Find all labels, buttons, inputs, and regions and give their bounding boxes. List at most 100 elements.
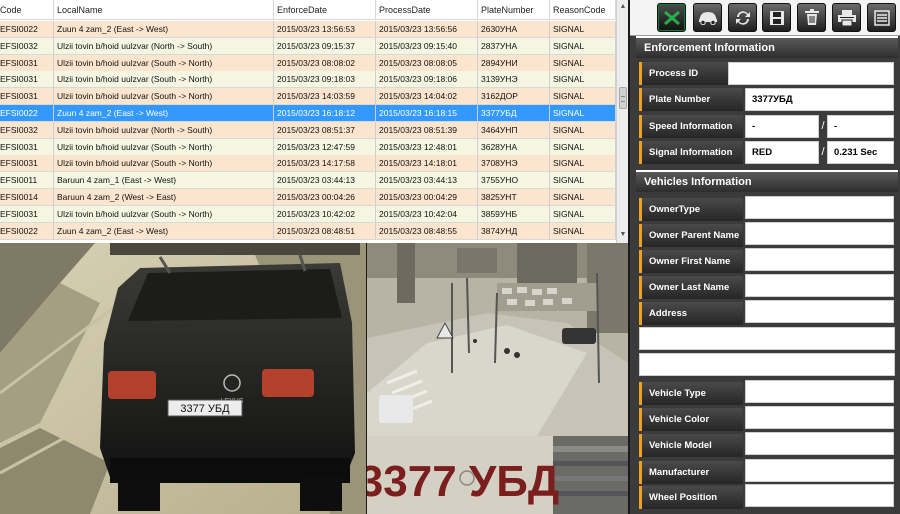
- export-excel-button[interactable]: [657, 3, 686, 32]
- cell-reasoncode: SIGNAL: [550, 21, 616, 38]
- owner-first-name-field[interactable]: [745, 248, 894, 271]
- table-row-selected[interactable]: EFSI0022 Zuun 4 zam_2 (East -> West) 2015/…: [0, 105, 616, 122]
- cell-platenumber: 3859УНБ: [478, 205, 550, 223]
- process-id-field[interactable]: [728, 62, 894, 85]
- cell-code: EFSI0022: [0, 21, 54, 38]
- table-row[interactable]: EFSI0011 Baruun 4 zam_1 (East -> West) 201…: [0, 172, 616, 190]
- vehicle-type-field[interactable]: [745, 380, 894, 403]
- list-button[interactable]: [867, 3, 896, 32]
- table-row[interactable]: EFSI0022 Zuun 4 zam_2 (East -> West) 2015/…: [0, 222, 616, 240]
- cell-localname: Ulzii tovin b/hoid uulzvar (South -> Nor…: [54, 54, 274, 72]
- column-header-reasoncode[interactable]: ReasonCode: [550, 0, 616, 20]
- vehicle-button[interactable]: [693, 3, 722, 32]
- table-row[interactable]: EFSI0031 Ulzii tovin b/hoid uulzvar (Sout…: [0, 54, 616, 72]
- cell-localname: Zuun 4 zam_2 (East -> West): [54, 222, 274, 240]
- owner-last-name-label: Owner Last Name: [639, 276, 743, 299]
- address-line-3-field[interactable]: [639, 353, 895, 376]
- print-button[interactable]: [832, 3, 861, 32]
- signal-information-label: Signal Information: [639, 141, 743, 164]
- owner-last-name-field[interactable]: [745, 274, 894, 297]
- cell-code: EFSI0022: [0, 105, 54, 122]
- column-header-platenumber[interactable]: PlateNumber: [478, 0, 550, 20]
- refresh-button[interactable]: [728, 3, 757, 32]
- signal-time-field[interactable]: 0.231 Sec: [827, 141, 894, 164]
- cell-processdate: 2015/03/23 00:04:29: [376, 189, 478, 206]
- cell-platenumber: 3708УНЭ: [478, 155, 550, 173]
- speed-value-field[interactable]: -: [745, 115, 819, 138]
- cell-code: EFSI0032: [0, 121, 54, 139]
- cell-processdate: 2015/03/23 14:18:01: [376, 155, 478, 173]
- cell-reasoncode: SIGNAL: [550, 88, 616, 106]
- table-row[interactable]: EFSI0022 Zuun 4 zam_2 (East -> West) 2015/…: [0, 21, 616, 38]
- table-row[interactable]: EFSI0031 Ulzii tovin b/hoid uulzvar (Sout…: [0, 88, 616, 106]
- table-row[interactable]: EFSI0014 Baruun 4 zam_2 (West -> East) 201…: [0, 189, 616, 206]
- vehicle-closeup-image: LEXUS 3377 УБД: [0, 243, 366, 514]
- cell-processdate: 2015/03/23 14:04:02: [376, 88, 478, 106]
- grid-scrollbar[interactable]: ▲ ▼: [616, 0, 628, 243]
- address-line-2-field[interactable]: [639, 327, 895, 350]
- cell-platenumber: 3162ДОР: [478, 88, 550, 106]
- column-header-localname[interactable]: LocalName: [54, 0, 274, 20]
- plate-small-text: 3377 УБД: [180, 403, 230, 415]
- enforcement-grid[interactable]: Code LocalName EnforceDate ProcessDate P…: [0, 0, 628, 243]
- table-row[interactable]: EFSI0031 Ulzii tovin b/hoid uulzvar (Sout…: [0, 155, 616, 173]
- trash-icon: [804, 9, 819, 25]
- cell-enforcedate: 2015/03/23 14:17:58: [274, 155, 376, 173]
- plate-number-field[interactable]: 3377УБД: [745, 88, 894, 111]
- cell-reasoncode: SIGNAL: [550, 222, 616, 240]
- cell-localname: Ulzii tovin b/hoid uulzvar (North -> Sou…: [54, 37, 274, 55]
- plate-crop-text: 3377 УБД: [367, 457, 559, 506]
- cell-localname: Ulzii tovin b/hoid uulzvar (North -> Sou…: [54, 121, 274, 139]
- speed-limit-field[interactable]: -: [827, 115, 894, 138]
- vehicle-color-field[interactable]: [745, 406, 894, 429]
- cell-reasoncode: SIGNAL: [550, 54, 616, 72]
- table-row[interactable]: EFSI0031 Ulzii tovin b/hoid uulzvar (Sout…: [0, 71, 616, 89]
- scroll-up-icon[interactable]: ▲: [618, 1, 628, 13]
- column-header-enforcedate[interactable]: EnforceDate: [274, 0, 376, 20]
- owner-parent-name-field[interactable]: [745, 222, 894, 245]
- vehicles-section-title: Vehicles Information: [636, 170, 898, 192]
- table-row[interactable]: EFSI0032 Ulzii tovin b/hoid uulzvar (Nort…: [0, 37, 616, 55]
- cell-reasoncode: SIGNAL: [550, 189, 616, 206]
- vehicle-model-label: Vehicle Model: [639, 434, 743, 457]
- scroll-thumb[interactable]: [619, 86, 627, 109]
- save-button[interactable]: [762, 3, 791, 32]
- cell-reasoncode: SIGNAL: [550, 121, 616, 139]
- table-row[interactable]: EFSI0032 Ulzii tovin b/hoid uulzvar (Nort…: [0, 121, 616, 139]
- speed-separator: /: [821, 120, 825, 132]
- column-header-processdate[interactable]: ProcessDate: [376, 0, 478, 20]
- manufacturer-field[interactable]: [745, 459, 894, 482]
- owner-first-name-label: Owner First Name: [639, 250, 743, 273]
- table-row[interactable]: EFSI0031 Ulzii tovin b/hoid uulzvar (Sout…: [0, 138, 616, 156]
- cell-localname: Ulzii tovin b/hoid uulzvar (South -> Nor…: [54, 138, 274, 156]
- cell-code: EFSI0031: [0, 205, 54, 223]
- scroll-down-icon[interactable]: ▼: [618, 229, 628, 241]
- cell-processdate: 2015/03/23 10:42:04: [376, 205, 478, 223]
- cell-code: EFSI0011: [0, 172, 54, 190]
- cell-localname: Baruun 4 zam_1 (East -> West): [54, 172, 274, 190]
- cell-processdate: 2015/03/23 12:48:01: [376, 138, 478, 156]
- owner-type-field[interactable]: [745, 196, 894, 219]
- delete-button[interactable]: [797, 3, 826, 32]
- vehicle-model-field[interactable]: [745, 432, 894, 455]
- wheel-position-field[interactable]: [745, 484, 894, 507]
- cell-processdate: 2015/03/23 08:08:05: [376, 54, 478, 72]
- cell-code: EFSI0022: [0, 222, 54, 240]
- cell-enforcedate: 2015/03/23 08:48:51: [274, 222, 376, 240]
- cell-enforcedate: 2015/03/23 00:04:26: [274, 189, 376, 206]
- cell-processdate: 2015/03/23 08:48:55: [376, 222, 478, 240]
- table-row[interactable]: EFSI0031 Ulzii tovin b/hoid uulzvar (Sout…: [0, 205, 616, 223]
- intersection-camera-image: [367, 243, 628, 436]
- signal-color-field[interactable]: RED: [745, 141, 819, 164]
- cell-reasoncode: SIGNAL: [550, 37, 616, 55]
- printer-icon: [837, 9, 856, 26]
- cell-localname: Ulzii tovin b/hoid uulzvar (South -> Nor…: [54, 71, 274, 89]
- address-label: Address: [639, 302, 743, 325]
- cell-platenumber: 3825УНТ: [478, 189, 550, 206]
- cell-platenumber: 3755УНО: [478, 172, 550, 190]
- manufacturer-label: Manufacturer: [639, 461, 743, 484]
- address-field[interactable]: [745, 300, 894, 323]
- cell-platenumber: 3139УНЭ: [478, 71, 550, 89]
- cell-processdate: 2015/03/23 09:15:40: [376, 37, 478, 55]
- column-header-code[interactable]: Code: [0, 0, 54, 20]
